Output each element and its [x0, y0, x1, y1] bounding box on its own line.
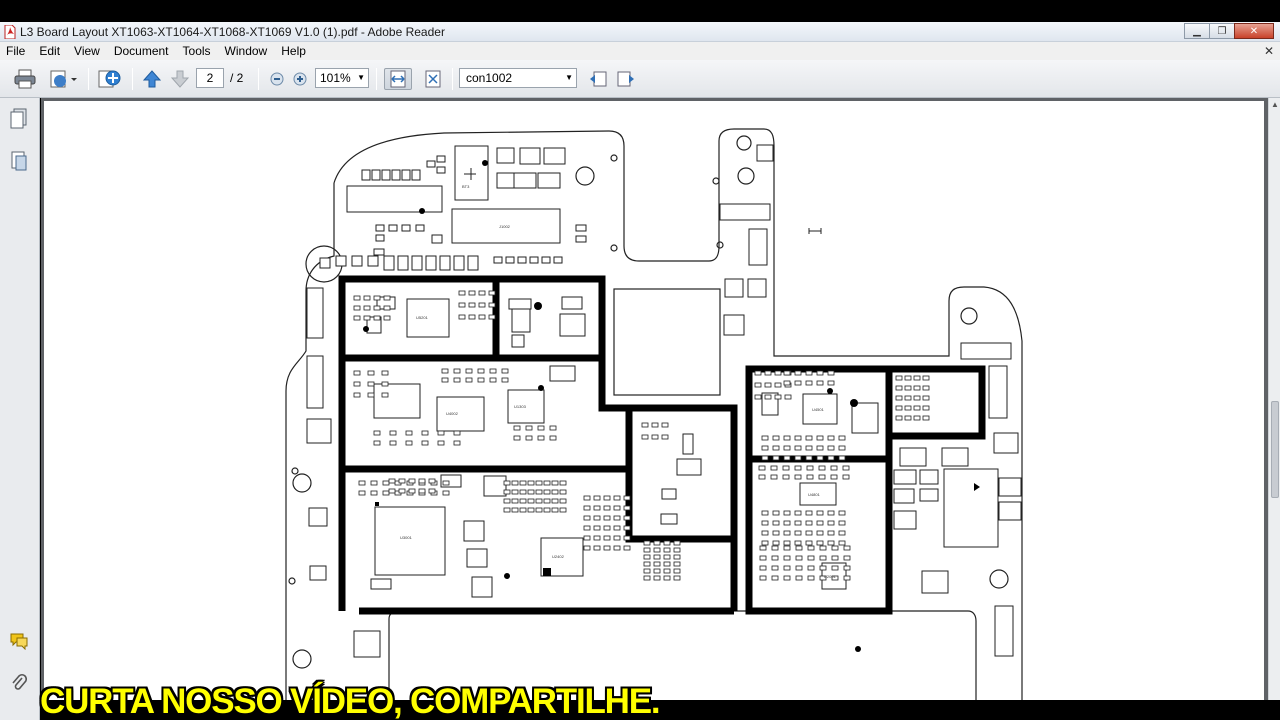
chevron-down-icon: ▼ — [565, 73, 573, 82]
pages-panel-button[interactable] — [9, 108, 29, 130]
comments-icon — [10, 633, 28, 650]
label-u-bottom-right: U2001 — [824, 574, 837, 579]
scrolling-mode-button[interactable] — [384, 68, 412, 90]
toolbar-separator — [452, 68, 453, 90]
minimize-button[interactable]: ▁ — [1184, 23, 1210, 39]
print-button[interactable] — [12, 68, 38, 90]
printer-icon — [14, 69, 36, 89]
zoom-level-select[interactable]: 101% ▼ — [315, 68, 369, 88]
label-u-right2: U4801 — [808, 492, 821, 497]
find-previous-button[interactable] — [587, 68, 609, 90]
label-u-rf: U3001 — [400, 535, 413, 540]
find-previous-icon — [590, 71, 607, 87]
toolbar-separator — [88, 68, 89, 90]
find-next-button[interactable] — [615, 68, 637, 90]
close-window-button[interactable]: ✕ — [1234, 23, 1274, 39]
label-u-main: U5201 — [416, 315, 429, 320]
window-title: L3 Board Layout XT1063-XT1064-XT1068-XT1… — [20, 25, 445, 39]
label-bt: BT3 — [462, 184, 470, 189]
label-connector: J1002 — [499, 224, 511, 229]
toolbar-separator — [376, 68, 377, 90]
menu-document[interactable]: Document — [107, 44, 176, 58]
zoom-level-value: 101% — [320, 71, 351, 85]
label-u-pmic: U4002 — [446, 411, 459, 416]
toolbar-separator — [132, 68, 133, 90]
export-icon — [50, 70, 77, 88]
attachments-panel-button[interactable] — [9, 150, 29, 172]
fit-page-icon — [425, 70, 441, 88]
next-page-button[interactable] — [168, 68, 192, 90]
fit-width-icon — [390, 70, 406, 88]
arrow-up-icon — [142, 70, 162, 88]
collaborate-button[interactable] — [96, 68, 124, 90]
arrow-down-icon — [170, 70, 190, 88]
export-button[interactable] — [46, 68, 80, 90]
minimize-icon: ▁ — [1193, 25, 1201, 37]
document-view[interactable]: U5201 U4002 U3001 U2402 U1303 U4501 U480… — [41, 98, 1268, 700]
fit-page-button[interactable] — [420, 68, 446, 90]
chevron-down-icon: ▼ — [357, 73, 365, 82]
page-total: / 2 — [230, 71, 244, 85]
pages-icon — [10, 108, 27, 129]
menu-edit[interactable]: Edit — [32, 44, 67, 58]
pcb-board-layout: U5201 U4002 U3001 U2402 U1303 U4501 U480… — [285, 128, 1023, 700]
menu-tools[interactable]: Tools — [176, 44, 218, 58]
find-input-value: con1002 — [466, 71, 513, 85]
scroll-up-icon[interactable]: ▲ — [1271, 100, 1279, 109]
zoom-out-icon — [270, 72, 284, 86]
attach-file-button[interactable] — [9, 672, 29, 694]
close-document-icon[interactable]: ✕ — [1264, 44, 1274, 58]
menu-bar: File Edit View Document Tools Window Hel… — [0, 42, 1280, 60]
label-u-right: U4501 — [812, 407, 825, 412]
find-next-icon — [617, 71, 634, 87]
attachments-icon — [11, 151, 27, 171]
collaborate-icon — [98, 70, 121, 88]
find-input[interactable]: con1002 ▼ — [459, 68, 577, 88]
menu-view[interactable]: View — [67, 44, 107, 58]
adobe-reader-app-icon — [4, 25, 16, 39]
zoom-in-button[interactable] — [291, 68, 309, 90]
comments-panel-button[interactable] — [9, 630, 29, 652]
zoom-in-icon — [293, 72, 307, 86]
video-top-black-bar — [0, 0, 1280, 22]
menu-window[interactable]: Window — [218, 44, 275, 58]
menu-help[interactable]: Help — [274, 44, 313, 58]
scrollbar-thumb[interactable] — [1271, 401, 1279, 498]
previous-page-button[interactable] — [140, 68, 164, 90]
restore-icon: ❐ — [1217, 25, 1227, 37]
zoom-out-button[interactable] — [268, 68, 286, 90]
paperclip-icon — [12, 673, 27, 690]
pdf-page: U5201 U4002 U3001 U2402 U1303 U4501 U480… — [44, 101, 1264, 700]
toolbar-separator — [258, 68, 259, 90]
navigation-panel — [0, 98, 40, 720]
vertical-scrollbar[interactable]: ▲ — [1268, 98, 1280, 700]
restore-button[interactable]: ❐ — [1209, 23, 1235, 39]
menu-file[interactable]: File — [0, 44, 32, 58]
label-u-codec: U2402 — [552, 554, 565, 559]
close-icon: ✕ — [1249, 25, 1259, 37]
label-u-small: U1303 — [514, 404, 527, 409]
window-titlebar: L3 Board Layout XT1063-XT1064-XT1068-XT1… — [0, 22, 1280, 42]
page-number-input[interactable]: 2 — [196, 68, 224, 88]
video-subtitle-overlay: CURTA NOSSO VÍDEO, COMPARTILHE. — [40, 682, 661, 720]
toolbar: 2 / 2 101% ▼ con1002 ▼ — [0, 60, 1280, 98]
